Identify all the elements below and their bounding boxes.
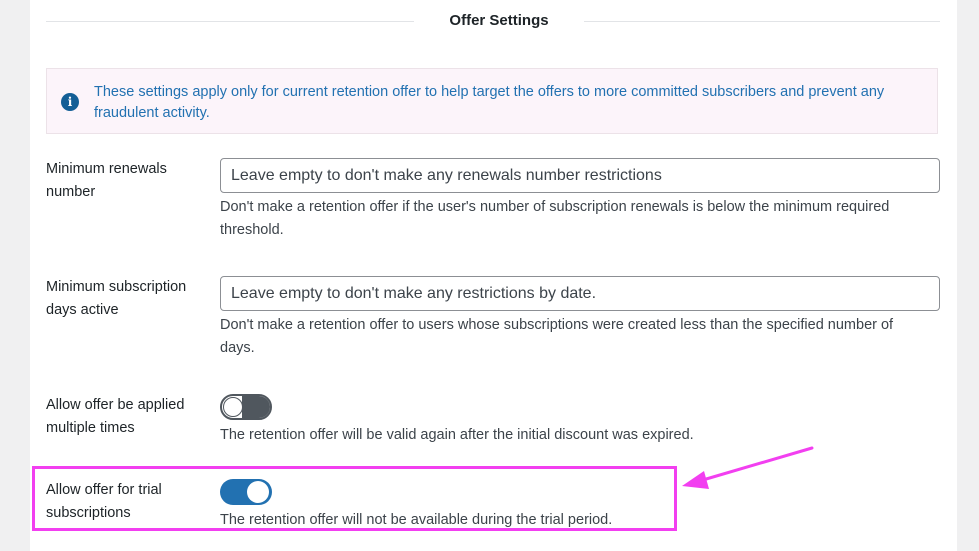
notice-text: These settings apply only for current re… — [94, 84, 885, 121]
allow-multiple-description: The retention offer will be valid again … — [220, 427, 694, 443]
info-icon: i — [61, 93, 79, 111]
min-days-active-label: Minimum subscription days active — [46, 279, 187, 318]
allow-trial-label: Allow offer for trial subscriptions — [46, 482, 162, 521]
allow-multiple-label: Allow offer be applied multiple times — [46, 397, 185, 436]
allow-multiple-toggle[interactable] — [220, 394, 272, 420]
min-days-active-description: Don't make a retention offer to users wh… — [220, 317, 894, 356]
section-title: Offer Settings — [449, 12, 549, 29]
min-renewals-input[interactable] — [220, 158, 940, 193]
divider-right — [584, 21, 940, 22]
divider-left — [46, 21, 414, 22]
min-days-active-field: Don't make a retention offer to users wh… — [220, 276, 940, 360]
allow-trial-field: The retention offer will not be availabl… — [220, 479, 940, 532]
toggle-knob — [247, 481, 269, 503]
annotation-arrow-icon — [682, 446, 814, 489]
allow-multiple-field: The retention offer will be valid again … — [220, 394, 940, 447]
toggle-track — [242, 396, 270, 418]
allow-trial-description: The retention offer will not be availabl… — [220, 512, 613, 528]
min-renewals-label: Minimum renewals number — [46, 161, 167, 200]
allow-trial-toggle[interactable] — [220, 479, 272, 505]
min-renewals-description: Don't make a retention offer if the user… — [220, 199, 890, 238]
min-days-active-input[interactable] — [220, 276, 940, 311]
section-header: Offer Settings — [46, 0, 940, 44]
min-renewals-field: Don't make a retention offer if the user… — [220, 158, 940, 242]
info-notice: i These settings apply only for current … — [46, 68, 938, 134]
toggle-knob — [223, 397, 243, 417]
